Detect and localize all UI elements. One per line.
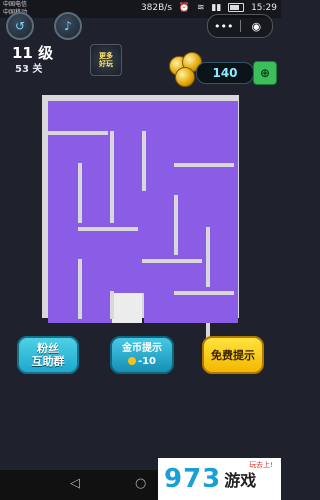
more-games-line2: 好玩: [99, 60, 113, 68]
path-cell[interactable]: [80, 197, 112, 229]
path-cell[interactable]: [208, 229, 238, 261]
path-cell[interactable]: [176, 197, 208, 229]
back-nav-icon[interactable]: ◁: [70, 476, 80, 491]
maze-wall: [174, 163, 234, 167]
coin-icon: [175, 67, 195, 87]
sound-button[interactable]: ♪: [54, 12, 82, 40]
path-cell[interactable]: [80, 101, 112, 133]
home-nav-icon[interactable]: ○: [135, 476, 146, 491]
path-cell[interactable]: [176, 101, 208, 133]
path-cell[interactable]: [48, 197, 80, 229]
watermark-numbers: 973: [164, 464, 222, 494]
back-button[interactable]: ↺: [6, 12, 34, 40]
path-cell[interactable]: [176, 165, 208, 197]
path-cell[interactable]: [144, 293, 176, 323]
watermark-slogan: 玩去上!: [249, 461, 273, 469]
fans-group-button[interactable]: 粉丝 互助群: [17, 336, 79, 374]
status-right: 382B/s ⏰ ≋ ▮▮ 15:29: [137, 3, 277, 13]
path-cell[interactable]: [112, 261, 144, 293]
free-hint-label: 免费提示: [211, 349, 255, 362]
maze-wall: [78, 259, 82, 319]
path-cell[interactable]: [80, 229, 112, 261]
speaker-icon: ♪: [64, 19, 72, 33]
wifi-icon: ≋: [196, 3, 205, 13]
network-speed: 382B/s: [140, 3, 173, 13]
path-cell[interactable]: [176, 133, 208, 165]
path-cell[interactable]: [176, 293, 208, 323]
path-cell[interactable]: [112, 101, 144, 133]
maze-wall: [142, 259, 202, 263]
coin-hint-cost-row: -10: [127, 355, 157, 368]
path-cell[interactable]: [48, 133, 80, 165]
maze-wall: [78, 163, 82, 223]
path-cell[interactable]: [112, 165, 144, 197]
maze-wall: [110, 291, 114, 319]
path-cell[interactable]: [208, 293, 238, 323]
path-cell[interactable]: [48, 229, 80, 261]
coin-count: 140: [196, 62, 254, 84]
watermark-text: 游戏: [224, 471, 257, 490]
maze-wall: [78, 227, 138, 231]
path-cell[interactable]: [48, 261, 80, 293]
path-cell[interactable]: [208, 165, 238, 197]
more-menu-button[interactable]: •••: [208, 20, 240, 33]
free-hint-button[interactable]: 免费提示: [202, 336, 264, 374]
miniprogram-capsule: ••• ◉: [207, 14, 273, 38]
empty-cell[interactable]: [112, 293, 142, 323]
more-games-button[interactable]: 更多 好玩: [90, 44, 122, 76]
path-cell[interactable]: [80, 293, 112, 323]
path-cell[interactable]: [144, 165, 176, 197]
clock: 15:29: [251, 3, 277, 13]
shop-button[interactable]: ⊕: [253, 61, 277, 85]
coin-icon: [127, 357, 136, 365]
path-cell[interactable]: [112, 133, 144, 165]
path-cell[interactable]: [48, 165, 80, 197]
path-cell[interactable]: [208, 197, 238, 229]
maze-wall: [206, 227, 210, 287]
path-cell[interactable]: [176, 229, 208, 261]
fans-line2: 互助群: [31, 355, 65, 368]
path-cell[interactable]: [208, 261, 238, 293]
carrier-1: 中国电信: [3, 1, 28, 8]
maze-wall: [142, 131, 146, 191]
maze-wall: [110, 131, 114, 223]
puzzle-board[interactable]: [42, 95, 239, 351]
path-cell[interactable]: [112, 197, 144, 229]
cart-icon: ⊕: [259, 66, 271, 80]
maze-wall: [174, 291, 234, 295]
coin-hint-label: 金币提示: [122, 343, 162, 354]
coin-hint-button[interactable]: 金币提示 -10: [110, 336, 174, 374]
path-cell[interactable]: [112, 229, 144, 261]
watermark-logo: 973 游戏 玩去上!: [158, 458, 281, 500]
path-cell[interactable]: [80, 133, 112, 165]
path-cell[interactable]: [144, 101, 176, 133]
path-cell[interactable]: [48, 101, 80, 133]
fans-line1: 粉丝: [37, 342, 59, 355]
path-cell[interactable]: [144, 229, 176, 261]
path-cell[interactable]: [144, 261, 176, 293]
path-cell[interactable]: [48, 293, 80, 323]
more-games-line1: 更多: [99, 52, 113, 60]
path-cell[interactable]: [80, 261, 112, 293]
path-cell[interactable]: [144, 133, 176, 165]
path-cell[interactable]: [208, 133, 238, 165]
close-button[interactable]: ◉: [241, 20, 273, 33]
path-cell[interactable]: [208, 101, 238, 133]
coin-hint-cost: -10: [137, 356, 157, 367]
alarm-icon: ⏰: [178, 3, 191, 13]
back-arrow-icon: ↺: [14, 19, 26, 33]
path-cell[interactable]: [176, 261, 208, 293]
maze-wall: [48, 131, 108, 135]
signal-icon: ▮▮: [211, 3, 222, 13]
battery-icon: [228, 3, 245, 12]
maze-wall: [174, 195, 178, 255]
path-cell[interactable]: [144, 197, 176, 229]
stage-label: 53 关: [15, 64, 43, 75]
path-cell[interactable]: [80, 165, 112, 197]
